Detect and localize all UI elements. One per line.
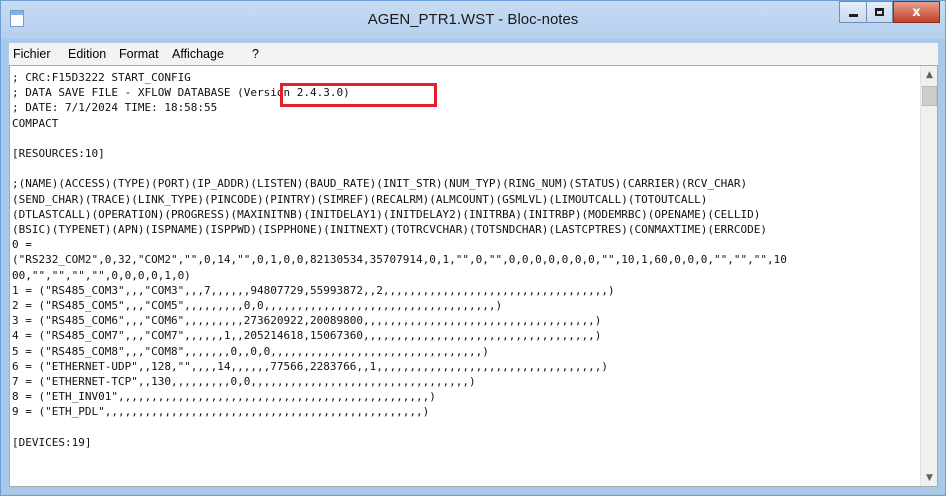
text-line: 0 =	[12, 238, 32, 252]
menu-fichier[interactable]: Fichier	[13, 47, 51, 61]
text-line: 6 = ("ETHERNET-UDP",,128,"",,,,14,,,,,,7…	[12, 359, 609, 373]
text-line	[12, 161, 920, 176]
text-line: 7 = ("ETHERNET-TCP",,130,,,,,,,,,0,0,,,,…	[12, 375, 476, 389]
minimize-button[interactable]	[839, 1, 866, 23]
version-highlight-box	[280, 83, 437, 107]
maximize-button[interactable]	[866, 1, 893, 23]
scroll-down-icon[interactable]: ▼	[921, 469, 937, 486]
text-line: 8 = ("ETH_INV01",,,,,,,,,,,,,,,,,,,,,,,,…	[12, 390, 436, 404]
text-line: 00,"","","","",0,0,0,0,1,0)	[12, 268, 191, 282]
window-title: AGEN_PTR1.WST - Bloc-notes	[367, 11, 579, 28]
menu-affichage[interactable]: Affichage	[172, 47, 224, 61]
text-line: ("RS232_COM2",0,32,"COM2","",0,14,"",0,1…	[12, 253, 787, 267]
scroll-thumb[interactable]	[922, 86, 937, 106]
text-line: [DEVICES:19]	[12, 435, 92, 449]
menu-bar: Fichier Edition Format Affichage ?	[9, 43, 938, 65]
text-line: (DTLASTCALL)(OPERATION)(PROGRESS)(MAXINI…	[12, 207, 761, 221]
minimize-icon	[848, 14, 858, 17]
maximize-icon	[875, 8, 884, 16]
text-line: 4 = ("RS485_COM7",,,"COM7",,,,,,1,,20521…	[12, 329, 602, 343]
text-line: ; DATA SAVE FILE - XFLOW DATABASE (Versi…	[12, 86, 350, 100]
text-line: [RESOURCES:10]	[12, 147, 105, 161]
close-icon: x	[912, 4, 921, 20]
menu-edition[interactable]: Edition	[68, 47, 106, 61]
text-line: 5 = ("RS485_COM8",,,"COM8",,,,,,,0,,0,0,…	[12, 344, 489, 358]
text-line: COMPACT	[12, 116, 59, 130]
vertical-scrollbar[interactable]: ▲ ▼	[920, 66, 937, 486]
text-line	[12, 420, 920, 435]
text-line	[12, 131, 920, 146]
text-line: (BSIC)(TYPENET)(APN)(ISPNAME)(ISPPWD)(IS…	[12, 223, 767, 237]
notepad-window: AGEN_PTR1.WST - Bloc-notes x Fichier Edi…	[0, 0, 946, 496]
title-bar[interactable]: AGEN_PTR1.WST - Bloc-notes x	[1, 1, 945, 39]
text-line: 3 = ("RS485_COM6",,,"COM6",,,,,,,,,27362…	[12, 314, 602, 328]
text-line: 2 = ("RS485_COM5",,,"COM5",,,,,,,,,0,0,,…	[12, 299, 503, 313]
text-line: ; CRC:F15D3222 START_CONFIG	[12, 71, 191, 84]
text-line: (SEND_CHAR)(TRACE)(LINK_TYPE)(PINCODE)(P…	[12, 192, 708, 206]
text-line: 9 = ("ETH_PDL",,,,,,,,,,,,,,,,,,,,,,,,,,…	[12, 405, 430, 419]
menu-help[interactable]: ?	[252, 47, 259, 61]
editor-text-area[interactable]: ; CRC:F15D3222 START_CONFIG ; DATA SAVE F…	[12, 70, 920, 484]
text-line: 1 = ("RS485_COM3",,,"COM3",,,7,,,,,,9480…	[12, 283, 615, 297]
scroll-up-icon[interactable]: ▲	[921, 66, 937, 83]
menu-format[interactable]: Format	[119, 47, 159, 61]
text-line: ; DATE: 7/1/2024 TIME: 18:58:55	[12, 101, 218, 115]
text-editor[interactable]: ; CRC:F15D3222 START_CONFIG ; DATA SAVE F…	[9, 65, 938, 487]
close-button[interactable]: x	[893, 1, 940, 23]
text-line: ;(NAME)(ACCESS)(TYPE)(PORT)(IP_ADDR)(LIS…	[12, 177, 748, 191]
